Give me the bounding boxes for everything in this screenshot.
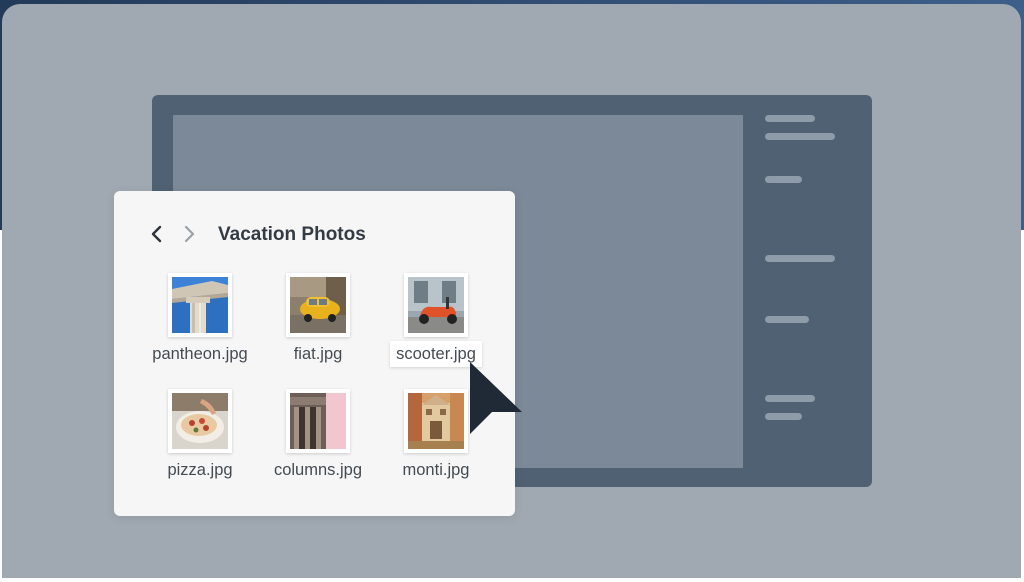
pantheon-thumbnail [168,273,232,337]
chevron-right-icon [184,225,195,243]
file-item[interactable]: columns.jpg [258,389,378,499]
mouse-pointer-icon [470,362,522,434]
file-name: pizza.jpg [167,461,233,479]
sidebar-line [765,413,802,420]
monti-thumbnail [404,389,468,453]
sidebar-line [765,316,809,323]
sidebar-line [765,176,802,183]
fiat-thumbnail [286,273,350,337]
sidebar-line [765,133,835,140]
file-browser-panel: Vacation Photos pantheon.jpg fiat.jpg sc… [114,191,515,516]
file-item[interactable]: pantheon.jpg [140,273,260,383]
forward-button[interactable] [176,221,202,247]
sidebar-line [765,115,815,122]
columns-thumbnail [286,389,350,453]
pizza-thumbnail [168,389,232,453]
folder-title: Vacation Photos [218,224,366,245]
file-name: monti.jpg [402,461,470,479]
file-item[interactable]: fiat.jpg [258,273,378,383]
sidebar-line [765,395,815,402]
chevron-left-icon [151,225,162,243]
file-name: pantheon.jpg [152,345,248,363]
file-name: fiat.jpg [293,345,343,363]
sidebar-line [765,255,835,262]
scooter-thumbnail [404,273,468,337]
back-button[interactable] [144,221,170,247]
file-name: columns.jpg [273,461,363,479]
file-item[interactable]: pizza.jpg [140,389,260,499]
